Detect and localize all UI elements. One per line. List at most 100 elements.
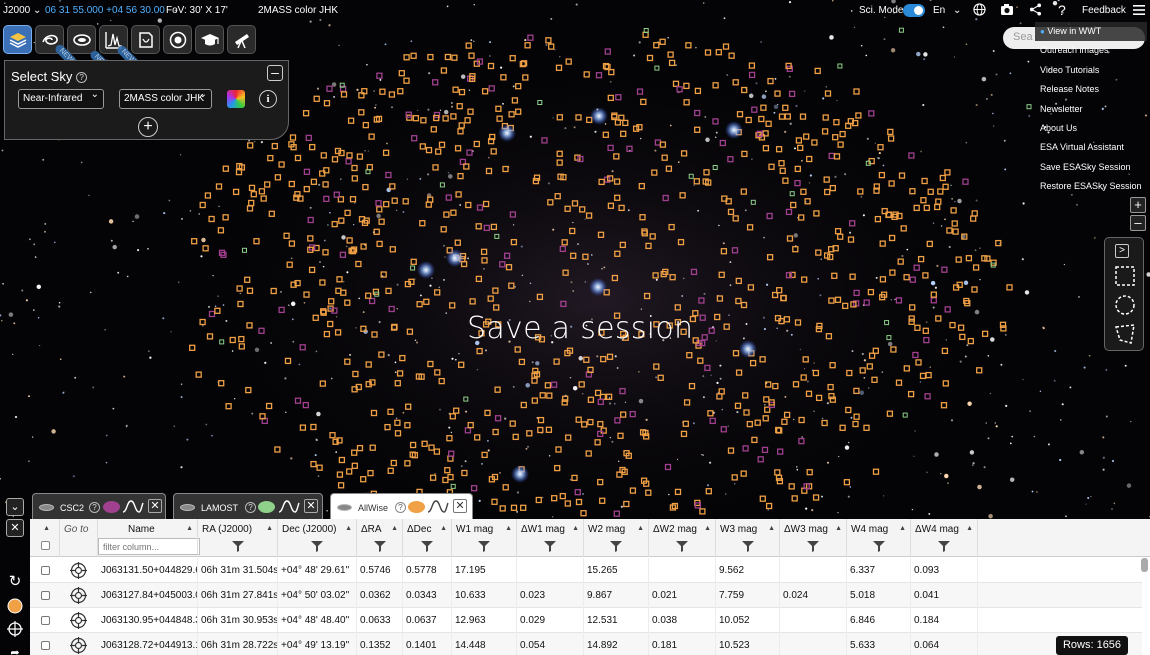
chevron-right-icon[interactable]: > — [1115, 244, 1129, 258]
color-swatch[interactable] — [408, 501, 425, 513]
column-header[interactable]: W1 mag ▲ — [452, 519, 517, 557]
camera-icon[interactable] — [1000, 3, 1014, 19]
filter-icon[interactable] — [421, 541, 433, 552]
goto-target-icon[interactable] — [70, 562, 87, 579]
column-header[interactable]: W2 mag ▲ — [584, 519, 649, 557]
column-header[interactable]: Name ▲ — [98, 519, 198, 557]
goto-target-icon[interactable] — [70, 637, 87, 654]
menu-item-video-tutorials[interactable]: Video Tutorials — [1035, 61, 1147, 80]
minimize-button[interactable]: – — [267, 65, 283, 81]
refresh-icon[interactable]: ↻ — [6, 574, 24, 592]
table-scrollbar[interactable] — [1141, 558, 1148, 572]
select-all-checkbox[interactable] — [41, 541, 50, 550]
filter-icon[interactable] — [741, 541, 754, 552]
table-row[interactable]: J063131.50+044829.6 06h 31m 31.504s +04° 4… — [30, 558, 1142, 583]
sci-mode-toggle[interactable] — [903, 4, 925, 17]
sort-icon[interactable]: ▲ — [768, 525, 775, 532]
polygon-select-icon[interactable] — [1114, 323, 1136, 345]
close-tab-button[interactable]: ✕ — [148, 499, 162, 513]
box-select-icon[interactable] — [1114, 265, 1136, 287]
help-icon[interactable]: ? — [1058, 3, 1066, 17]
imaging-button[interactable] — [67, 25, 96, 54]
row-checkbox[interactable] — [41, 641, 50, 650]
survey-select[interactable]: 2MASS color JHK — [119, 89, 212, 109]
language-select[interactable]: En — [933, 5, 945, 16]
goto-target-icon[interactable] — [70, 612, 87, 629]
goto-target-icon[interactable] — [70, 587, 87, 604]
column-header[interactable]: ΔDec ▲ — [403, 519, 452, 557]
globe-icon[interactable] — [973, 3, 986, 19]
menu-item-view-in-wwt[interactable]: ● View in WWT — [1035, 22, 1147, 42]
filter-icon[interactable] — [231, 541, 244, 552]
close-tab-button[interactable]: ✕ — [304, 499, 318, 513]
color-swatch[interactable] — [258, 501, 275, 513]
sky-layers-button[interactable] — [3, 25, 32, 54]
row-checkbox[interactable] — [41, 616, 50, 625]
sort-icon[interactable]: ▲ — [43, 525, 50, 532]
sort-icon[interactable]: ▲ — [391, 525, 398, 532]
menu-item-newsletter[interactable]: Newsletter — [1035, 100, 1147, 119]
distribution-icon[interactable] — [278, 499, 300, 515]
sort-icon[interactable]: ▲ — [835, 525, 842, 532]
collapse-results-button[interactable]: ⌄ — [6, 498, 24, 516]
table-row[interactable]: J063127.84+045003.0 06h 31m 27.841s +04° 5… — [30, 583, 1142, 608]
filter-icon[interactable] — [311, 541, 323, 552]
filter-icon[interactable] — [373, 541, 386, 552]
sort-icon[interactable]: ▲ — [899, 525, 906, 532]
column-header[interactable]: W3 mag ▲ — [716, 519, 780, 557]
distribution-icon[interactable] — [427, 499, 449, 515]
chevron-down-icon[interactable]: ⌄ — [953, 5, 961, 16]
feedback-link[interactable]: Feedback — [1082, 5, 1126, 16]
coordinate-readout[interactable]: 06 31 55.000 +04 56 30.00 — [45, 5, 165, 16]
sort-icon[interactable]: ▲ — [266, 525, 273, 532]
close-results-button[interactable]: ✕ — [6, 519, 24, 537]
telescope-button[interactable] — [227, 25, 256, 54]
color-picker-icon[interactable] — [6, 598, 24, 616]
sort-icon[interactable]: ▲ — [637, 525, 644, 532]
row-checkbox[interactable] — [41, 591, 50, 600]
color-palette-icon[interactable] — [227, 90, 245, 108]
filter-icon[interactable] — [938, 541, 950, 552]
help-icon[interactable]: ? — [245, 502, 256, 513]
sort-icon[interactable]: ▲ — [505, 525, 512, 532]
column-header[interactable]: ΔW1 mag ▲ — [517, 519, 584, 557]
info-icon[interactable]: i — [259, 90, 277, 108]
close-tab-button[interactable]: ✕ — [453, 499, 467, 513]
table-row[interactable]: J063128.72+044913.1 06h 31m 28.722s +04° 4… — [30, 633, 1142, 655]
sort-icon[interactable]: ▲ — [345, 525, 352, 532]
tab-allwise[interactable]: AllWise ? ✕ — [330, 493, 473, 519]
menu-item-about-us[interactable]: About Us — [1035, 119, 1147, 138]
row-checkbox[interactable] — [41, 566, 50, 575]
share-icon[interactable] — [1029, 3, 1042, 19]
column-header[interactable]: RA (J2000) ▲ — [198, 519, 278, 557]
menu-item-save-session[interactable]: Save ESASky Session — [1035, 158, 1147, 177]
menu-item-outreach-images[interactable]: Outreach images — [1035, 41, 1147, 60]
add-sky-button[interactable]: + — [138, 117, 158, 137]
filter-icon[interactable] — [676, 541, 688, 552]
table-row[interactable]: J063130.95+044848.3 06h 31m 30.953s +04° 4… — [30, 608, 1142, 633]
column-header[interactable]: ΔW2 mag ▲ — [649, 519, 716, 557]
circle-select-icon[interactable] — [1114, 294, 1136, 316]
menu-item-restore-session[interactable]: Restore ESASky Session — [1035, 177, 1147, 196]
sort-icon[interactable]: ▲ — [704, 525, 711, 532]
distribution-icon[interactable] — [122, 499, 144, 515]
filter-icon[interactable] — [478, 541, 490, 552]
filter-icon[interactable] — [544, 541, 556, 552]
crosshair-icon[interactable] — [6, 621, 24, 639]
sort-icon[interactable]: ▲ — [440, 525, 447, 532]
help-icon[interactable]: ? — [89, 502, 100, 513]
help-icon[interactable]: ? — [76, 72, 88, 84]
frame-select[interactable]: J2000 ⌄ — [3, 5, 41, 16]
wavelength-select[interactable]: Near-Infrared — [18, 89, 104, 109]
filter-icon[interactable] — [872, 541, 885, 552]
zoom-out-button[interactable]: – — [1130, 215, 1146, 231]
hamburger-menu-icon[interactable] — [1132, 3, 1146, 20]
column-header[interactable]: ΔRA ▲ — [357, 519, 403, 557]
column-header[interactable]: ΔW3 mag ▲ — [780, 519, 847, 557]
share-arrow-icon[interactable]: ➦ — [6, 645, 24, 655]
sort-icon[interactable]: ▲ — [572, 525, 579, 532]
planning-button[interactable] — [163, 25, 192, 54]
sort-icon[interactable]: ▲ — [966, 525, 973, 532]
tab-csc2[interactable]: CSC2 ? ✕ — [32, 493, 166, 519]
publications-button[interactable] — [131, 25, 160, 54]
